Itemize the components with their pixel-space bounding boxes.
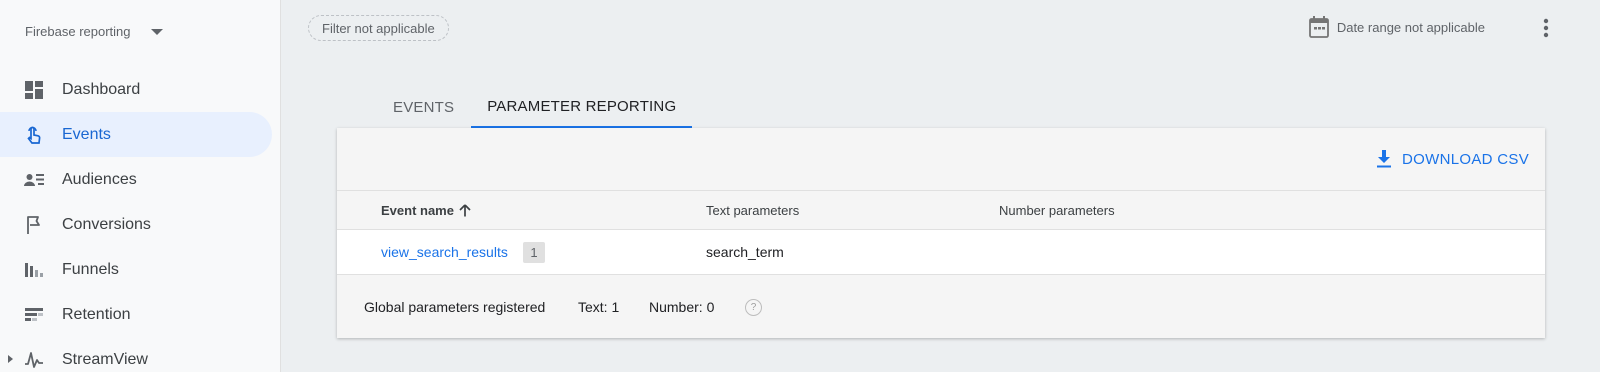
date-range-label: Date range not applicable [1336,19,1485,35]
sidebar-item-label: Retention [62,305,131,323]
event-name-link[interactable]: view_search_results [381,244,508,260]
funnel-icon [25,263,43,277]
tab-events[interactable]: EVENTS [377,86,470,128]
download-csv-label: DOWNLOAD CSV [1402,150,1529,168]
download-icon [1377,150,1392,168]
project-selector[interactable]: Firebase reporting [25,24,163,39]
sidebar-item-label: Audiences [62,170,137,188]
column-event-name[interactable]: Event name [381,203,471,218]
card-toolbar: DOWNLOAD CSV [337,128,1545,191]
sidebar-item-dashboard[interactable]: Dashboard [0,67,272,112]
sidebar-nav: Dashboard Events Audiences Conversions F… [0,67,272,372]
sidebar-item-label: Conversions [62,215,151,233]
sidebar-item-label: Funnels [62,260,119,278]
sort-ascending-icon [459,204,471,217]
sidebar-item-events[interactable]: Events [0,112,272,157]
column-text-parameters: Text parameters [706,203,800,218]
global-parameters-label: Global parameters registered [364,299,546,315]
more-vert-icon[interactable] [1542,18,1550,38]
tab-label: PARAMETER REPORTING [487,97,677,115]
count-badge: 1 [523,242,545,263]
touch-icon [27,126,41,144]
dropdown-caret-icon[interactable] [150,28,163,35]
table-row: view_search_results 1 search_term [337,230,1545,275]
column-label: Event name [381,203,454,218]
dashboard-icon [25,81,43,99]
flag-icon [27,216,40,234]
sidebar-item-audiences[interactable]: Audiences [0,157,272,202]
text-parameter-value: search_term [706,244,784,260]
sidebar-item-funnels[interactable]: Funnels [0,247,272,292]
number-count: Number: 0 [649,299,715,315]
calendar-icon [1308,16,1329,38]
tab-bar: EVENTS PARAMETER REPORTING [377,86,693,128]
help-icon[interactable]: ? [745,299,762,316]
retention-icon [25,308,43,321]
sidebar-item-conversions[interactable]: Conversions [0,202,272,247]
text-count: Text: 1 [578,299,620,315]
project-name: Firebase reporting [25,24,131,39]
download-csv-button[interactable]: DOWNLOAD CSV [1376,150,1529,168]
sidebar-item-label: Events [62,125,111,143]
filter-chip[interactable]: Filter not applicable [308,15,449,41]
filter-chip-label: Filter not applicable [322,20,435,36]
date-range-selector[interactable]: Date range not applicable [1308,16,1485,38]
tab-label: EVENTS [393,98,455,116]
card-footer: Global parameters registered Text: 1 Num… [337,275,1545,337]
expand-arrow-icon[interactable] [8,355,13,363]
parameter-reporting-card: DOWNLOAD CSV Event name Text parameters … [337,128,1545,338]
tab-parameter-reporting[interactable]: PARAMETER REPORTING [471,86,693,128]
audience-icon [24,174,44,186]
column-number-parameters: Number parameters [999,203,1115,218]
table-header: Event name Text parameters Number parame… [337,191,1545,230]
sidebar-item-label: Dashboard [62,80,141,98]
sidebar-item-streamview[interactable]: StreamView [0,337,272,372]
sidebar-item-label: StreamView [62,350,148,368]
sidebar-item-retention[interactable]: Retention [0,292,272,337]
sidebar: Firebase reporting Dashboard Events Audi… [0,0,281,372]
streamview-icon [25,352,43,368]
